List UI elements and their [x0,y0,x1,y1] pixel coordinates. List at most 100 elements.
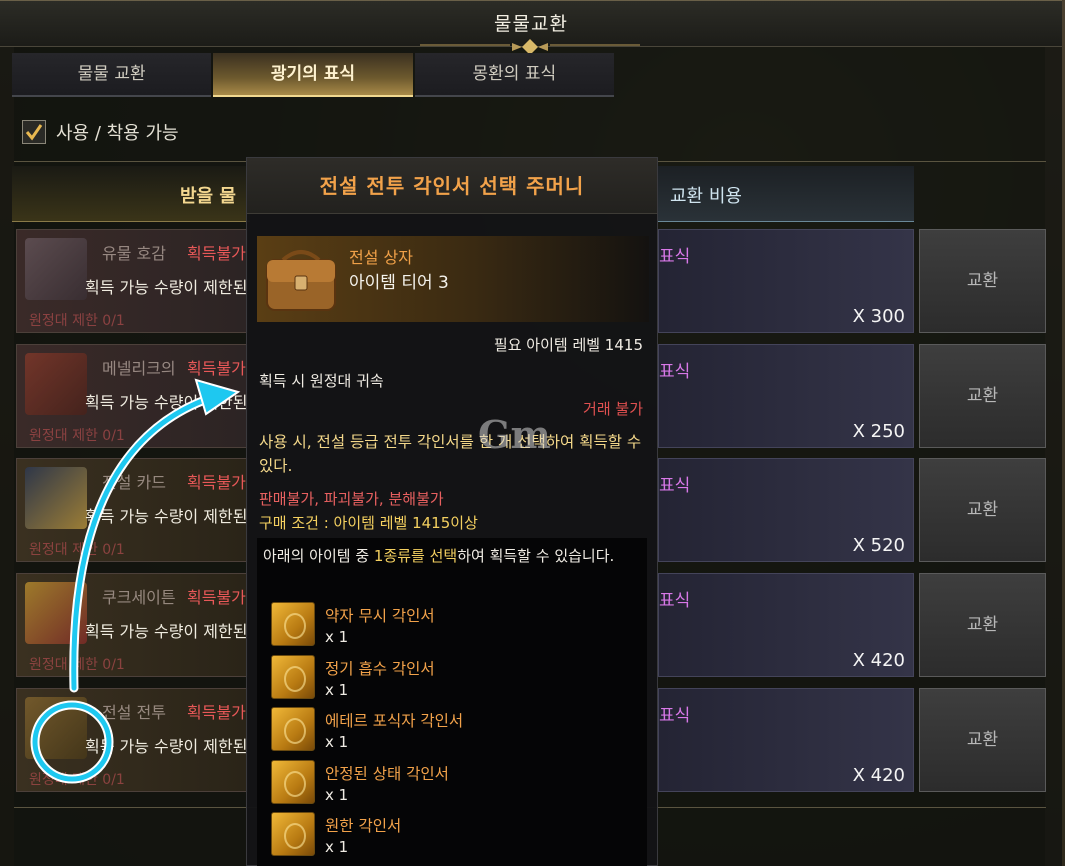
row-receive-cell: 메넬리크의 획득불가 획득 가능 수량이 제한된 원정대 제한 0/1 [16,344,248,448]
list-item: 안정된 상태 각인서 x 1 [271,758,641,811]
tooltip-selection-box: 아래의 아이템 중 1종류를 선택하여 획득할 수 있습니다. 약자 무시 각인… [257,538,647,866]
engraving-book-icon [271,602,315,646]
list-item-qty: x 1 [325,680,349,699]
row-status: 획득불가 [187,359,246,378]
selection-desc-suffix: 하여 획득할 수 있습니다. [457,547,615,565]
row-cost-qty: X 250 [852,421,905,442]
tooltip-title: 전설 전투 각인서 선택 주머니 [319,174,585,198]
watermark-logo: Gm [478,412,551,457]
exchange-button[interactable]: 교환 [919,573,1046,677]
item-thumbnail-icon [25,697,87,759]
tooltip-selection-desc: 아래의 아이템 중 1종류를 선택하여 획득할 수 있습니다. [263,544,639,568]
checkmark-icon [25,124,43,141]
tooltip-description: 사용 시, 전설 등급 전투 각인서를 한 개 선택하여 획득할 수 있다. [259,433,642,475]
row-expedition-limit: 원정대 제한 0/1 [29,542,125,558]
tab-madness-mark[interactable]: 광기의 표식 [213,53,413,97]
tooltip-header: 전설 전투 각인서 선택 주머니 [247,158,657,214]
selection-desc-highlight: 1종류를 선택 [373,547,458,565]
tooltip-item-box: 전설 상자 아이템 티어 3 [257,236,649,322]
row-cost-label: 표식 [659,591,691,611]
column-header-cost-label: 교환 비용 [670,186,742,207]
engraving-book-icon [271,654,315,699]
row-cost-qty: X 420 [852,650,905,671]
exchange-button[interactable]: 교환 [919,688,1046,792]
list-item-name: 정기 흡수 각인서 [325,659,435,678]
column-header-cost: 교환 비용 [658,166,914,222]
list-item-name: 약자 무시 각인서 [325,607,435,625]
row-cost-label: 표식 [659,476,691,496]
item-thumbnail-icon [25,582,87,644]
column-header-receive: 받을 물 [12,166,250,222]
tooltip-bound: 획득 시 원정대 귀속 [259,372,384,390]
item-thumbnail-icon [25,353,87,415]
list-item-qty: x 1 [325,838,349,856]
row-limit-text: 획득 가능 수량이 제한된 [85,278,248,297]
tooltip-required-level: 필요 아이템 레벨 1415 [493,336,643,354]
row-item-name: 전설 카드 [102,473,166,492]
row-cost-label: 표식 [659,706,691,726]
usable-filter[interactable]: 사용 / 착용 가능 [22,119,179,145]
satchel-icon [266,250,336,311]
row-limit-text: 획득 가능 수량이 제한된 [85,737,248,756]
row-receive-cell: 유물 호감 획득불가 획득 가능 수량이 제한된 원정대 제한 0/1 [16,229,248,333]
row-status: 획득불가 [187,473,246,492]
row-receive-cell: 전설 전투 획득불가 획득 가능 수량이 제한된 원정대 제한 0/1 [16,688,248,792]
item-thumbnail-icon [25,467,87,529]
item-thumbnail-icon [25,238,87,300]
tooltip-item-list: 약자 무시 각인서 x 1 정기 흡수 각인서 x 1 에테르 포식자 각인서 … [271,600,641,863]
row-cost-cell: 표식 X 420 [658,688,914,792]
row-status: 획득불가 [187,588,246,607]
row-limit-text: 획득 가능 수량이 제한된 [85,393,248,412]
row-status: 획득불가 [187,703,246,722]
row-status: 획득불가 [187,244,246,263]
list-item: 원한 각인서 x 1 [271,810,641,863]
title-bar[interactable]: 물물교환 [0,1,1062,55]
row-receive-cell: 쿠크세이튼 획득불가 획득 가능 수량이 제한된 원정대 제한 0/1 [16,573,248,677]
row-item-name: 쿠크세이튼 [102,588,176,607]
tooltip-tier: 아이템 티어 3 [349,273,449,293]
list-item-name: 에테르 포식자 각인서 [325,712,464,730]
tooltip-purchase-condition: 구매 조건 : 아이템 레벨 1415이상 [259,514,478,532]
row-cost-cell: 표식 X 520 [658,458,914,562]
exchange-button[interactable]: 교환 [919,344,1046,448]
row-cost-cell: 표식 X 250 [658,344,914,448]
row-limit-text: 획득 가능 수량이 제한된 [85,622,248,641]
tab-barter[interactable]: 물물 교환 [12,53,212,97]
row-item-name: 유물 호감 [102,244,166,263]
list-item: 에테르 포식자 각인서 x 1 [271,705,641,758]
exchange-button[interactable]: 교환 [919,458,1046,562]
row-cost-label: 표식 [659,362,691,382]
row-expedition-limit: 원정대 제한 0/1 [29,428,125,444]
row-expedition-limit: 원정대 제한 0/1 [29,313,125,329]
tab-bar: 물물 교환 광기의 표식 몽환의 표식 [12,53,616,98]
usable-filter-label: 사용 / 착용 가능 [56,123,179,144]
tooltip-grade: 전설 상자 [349,248,413,267]
row-expedition-limit: 원정대 제한 0/1 [29,657,125,673]
row-cost-label: 표식 [659,247,691,267]
row-limit-text: 획득 가능 수량이 제한된 [85,507,248,526]
list-item-name: 원한 각인서 [325,817,402,835]
window-title: 물물교환 [494,13,568,35]
row-cost-qty: X 420 [852,765,905,786]
item-tooltip: 전설 전투 각인서 선택 주머니 전설 상자 아이템 티어 3 필요 아이템 레… [246,157,658,866]
list-item-name: 안정된 상태 각인서 [325,764,449,783]
engraving-book-icon [271,759,315,804]
row-cost-qty: X 520 [852,535,905,556]
usable-checkbox[interactable] [22,120,46,144]
list-item-qty: x 1 [325,628,349,646]
row-cost-cell: 표식 X 420 [658,573,914,677]
row-cost-cell: 표식 X 300 [658,229,914,333]
row-item-name: 전설 전투 [102,703,166,722]
exchange-button[interactable]: 교환 [919,229,1046,333]
selection-desc-prefix: 아래의 아이템 중 [263,547,374,565]
engraving-book-icon [271,707,315,751]
tab-dream-mark[interactable]: 몽환의 표식 [414,53,614,97]
list-item: 정기 흡수 각인서 x 1 [271,653,641,706]
list-item-qty: x 1 [325,733,349,751]
tooltip-trade: 거래 불가 [583,400,643,418]
row-expedition-limit: 원정대 제한 0/1 [29,772,125,788]
engraving-book-icon [271,812,315,856]
row-item-name: 메넬리크의 [102,359,176,378]
row-cost-qty: X 300 [852,306,905,327]
list-item-qty: x 1 [325,785,349,804]
